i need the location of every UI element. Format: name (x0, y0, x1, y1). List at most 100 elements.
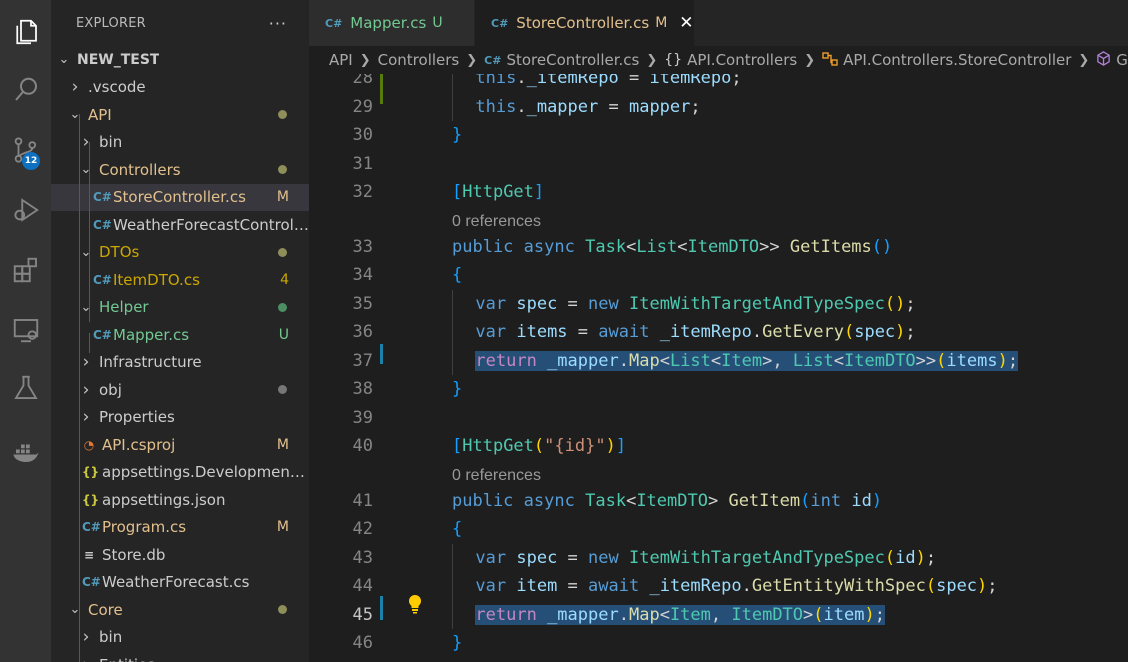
tab-storecontroller[interactable]: C# StoreController.cs M ✕ (475, 0, 695, 46)
code-token: var (475, 293, 507, 314)
code-line: 35 var spec = new ItemWithTargetAndTypeSp… (309, 289, 1128, 318)
breadcrumb-item[interactable]: API (329, 51, 353, 69)
code-line: 44 var item = await _itemRepo.GetEntityWi… (309, 572, 1128, 601)
indent-guide (452, 346, 453, 375)
code-token: _itemRepo (649, 576, 742, 596)
code-lens-references[interactable]: 0 references (452, 209, 541, 235)
code-text: } (452, 121, 462, 149)
modified-dot (278, 247, 287, 257)
more-actions-icon[interactable]: ··· (269, 14, 287, 33)
code-token: new (588, 547, 619, 568)
tree-item-label: Infrastructure (99, 353, 202, 372)
folder-entities[interactable]: › Entities (51, 651, 309, 662)
tree-item-label: appsettings.Development.j... (102, 463, 307, 482)
gutter-change-marker (380, 596, 383, 620)
chevron-right-icon: › (71, 77, 79, 98)
code-token: this (475, 96, 517, 117)
breadcrumb-item[interactable]: API.Controllers (687, 51, 797, 69)
remote-explorer-icon[interactable] (0, 306, 51, 354)
folder-properties[interactable]: › Properties (51, 404, 309, 432)
code-text: var spec = new ItemWithTargetAndTypeSpec… (475, 290, 915, 318)
code-token: = (567, 322, 599, 342)
code-token: var (475, 547, 507, 568)
code-token: >> (759, 236, 790, 257)
docker-icon[interactable] (0, 428, 51, 476)
file-appsettings-development-j[interactable]: {} appsettings.Development.j... (51, 459, 309, 487)
folder-bin[interactable]: › bin (51, 624, 309, 652)
git-status-badge: 4 (280, 271, 289, 288)
indent-guide (452, 92, 453, 121)
code-token: GetEntityWithSpec (751, 576, 926, 596)
code-token: return (475, 350, 537, 371)
code-token: ; (905, 293, 916, 314)
code-token: ; (925, 547, 937, 568)
code-line: 41 public async Task<ItemDTO> GetItem(int… (309, 487, 1128, 515)
tab-mapper[interactable]: C# Mapper.cs U (309, 0, 475, 46)
code-token: ) (895, 322, 906, 342)
file-api-csproj[interactable]: ◔ API.csproj M (51, 431, 309, 459)
code-editor[interactable]: 28 this._itemRepo = itemRepo; 29 this._mapp… (309, 74, 1128, 662)
code-token: return (475, 604, 537, 625)
git-status-badge: M (276, 436, 289, 453)
code-token: ; (690, 96, 701, 117)
code-token: spec (936, 576, 978, 596)
code-token: id (895, 547, 916, 568)
explorer-sidebar: EXPLORER ··· ⌄ NEW_TEST › .vscode ⌄ API › bin… (51, 0, 309, 662)
code-line: 30} (309, 121, 1128, 149)
code-token: await (598, 322, 650, 342)
breadcrumb-item[interactable]: StoreController.cs (506, 51, 639, 69)
code-token: GetItem (728, 490, 801, 511)
search-icon[interactable] (0, 66, 51, 114)
indent-guide (452, 74, 453, 93)
code-lens-references[interactable]: 0 references (452, 463, 541, 489)
code-text: var spec = new ItemWithTargetAndTypeSpec… (475, 544, 936, 572)
folder-vscode[interactable]: › .vscode (51, 74, 309, 102)
code-token: ; (731, 74, 742, 88)
tab-status: U (432, 15, 443, 31)
close-icon[interactable]: ✕ (679, 13, 693, 33)
file-store-db[interactable]: ≡ Store.db (51, 541, 309, 569)
code-token: , (710, 604, 732, 625)
folder-core[interactable]: ⌄ Core (51, 596, 309, 624)
tree-item-label: appsettings.json (102, 490, 226, 509)
folder-api[interactable]: ⌄ API (51, 101, 309, 129)
testing-icon[interactable] (0, 364, 51, 412)
code-token: } (452, 379, 463, 399)
chevron-right-icon: › (82, 379, 90, 400)
code-token: item (516, 576, 558, 596)
code-line: 47 (309, 658, 1128, 662)
code-token: this (475, 74, 517, 88)
extensions-icon[interactable] (0, 246, 51, 294)
code-token: } (452, 125, 463, 145)
code-token: ) (915, 547, 926, 568)
file-program-cs[interactable]: C# Program.cs M (51, 514, 309, 542)
code-token: . (618, 350, 629, 371)
breadcrumb-item[interactable]: API.Controllers.StoreController (843, 51, 1071, 69)
csharp-file-icon: C# (93, 272, 112, 287)
breadcrumb-item[interactable]: GetIter (1116, 51, 1128, 69)
gutter-change-marker (380, 344, 383, 364)
code-token: _mapper (547, 350, 619, 371)
explorer-header: EXPLORER ··· (51, 0, 309, 46)
code-token: "{id}" (544, 436, 606, 456)
code-token: ; (874, 604, 885, 625)
code-token: int (810, 490, 842, 511)
chevron-down-icon: ⌄ (80, 299, 92, 315)
indent-guide (452, 289, 453, 318)
breadcrumb-item[interactable]: Controllers (378, 51, 460, 69)
file-appsettings-json[interactable]: {} appsettings.json (51, 486, 309, 514)
indent-guide (89, 278, 90, 298)
line-number: 30 (352, 125, 373, 145)
code-token: GetEvery (762, 322, 844, 342)
files-icon[interactable] (0, 8, 51, 56)
code-token: () (871, 236, 893, 257)
workspace-root[interactable]: ⌄ NEW_TEST (51, 46, 309, 74)
run-debug-icon[interactable] (0, 186, 51, 234)
file-weatherforecast-cs[interactable]: C# WeatherForecast.cs (51, 569, 309, 597)
folder-obj[interactable]: › obj (51, 376, 309, 404)
indent-guide (89, 333, 90, 353)
code-token: ItemDTO (844, 350, 916, 371)
